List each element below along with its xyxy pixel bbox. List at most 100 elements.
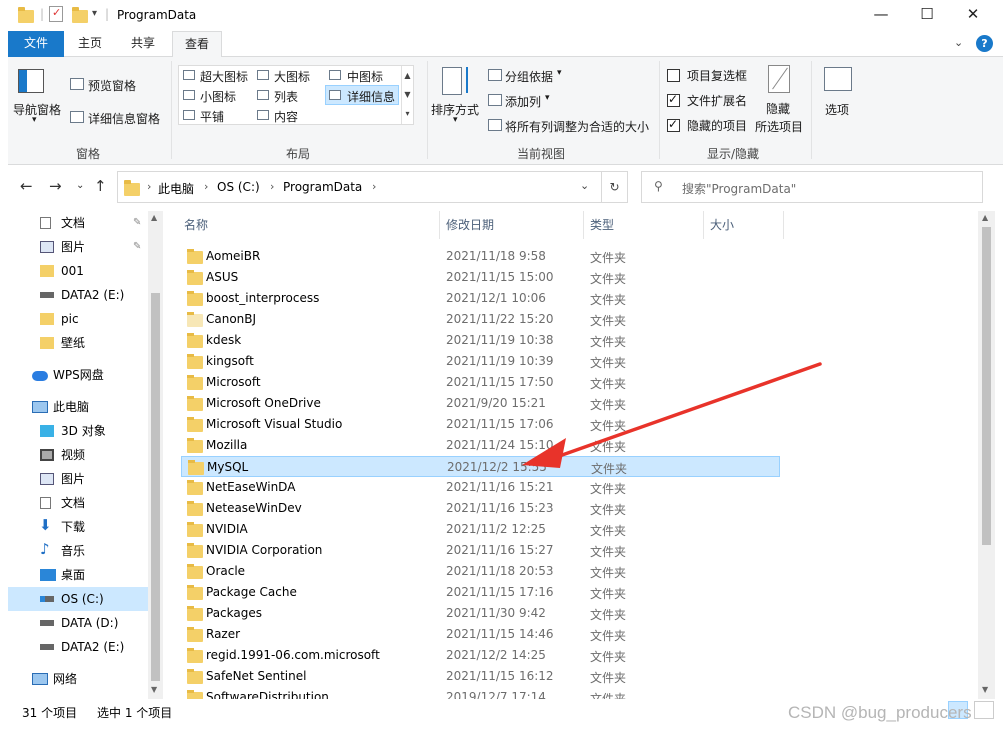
search-placeholder[interactable]: 搜索"ProgramData" xyxy=(682,180,796,197)
forward-arrow-icon[interactable]: → xyxy=(49,177,62,195)
table-row[interactable]: kdesk 2021/11/19 10:38 文件夹 xyxy=(181,330,780,351)
refresh-icon[interactable]: ↻ xyxy=(602,171,628,203)
nav-pane-button[interactable]: 导航窗格 xyxy=(13,101,61,118)
scroll-up-icon[interactable]: ▲ xyxy=(151,213,157,222)
pin-icon[interactable]: ✎ xyxy=(133,211,141,235)
chevron-down-icon[interactable]: ▾ xyxy=(453,115,458,125)
table-row[interactable]: Package Cache 2021/11/15 17:16 文件夹 xyxy=(181,582,780,603)
layout-small[interactable]: 小图标 xyxy=(200,88,236,105)
properties-icon[interactable]: ✓ xyxy=(49,6,63,22)
table-row[interactable]: SafeNet Sentinel 2021/11/15 16:12 文件夹 xyxy=(181,666,780,687)
collapse-ribbon-icon[interactable]: ⌄ xyxy=(954,36,963,49)
table-row[interactable]: CanonBJ 2021/11/22 15:20 文件夹 xyxy=(181,309,780,330)
nav-item-pic[interactable]: pic xyxy=(8,307,148,331)
fit-columns-button[interactable]: 将所有列调整为合适的大小 xyxy=(505,118,649,135)
table-row[interactable]: kingsoft 2021/11/19 10:39 文件夹 xyxy=(181,351,780,372)
table-row[interactable]: Mozilla 2021/11/24 15:10 文件夹 xyxy=(181,435,780,456)
nav-item-data2-e[interactable]: DATA2 (E:) xyxy=(8,283,148,307)
minimize-button[interactable]: — xyxy=(858,0,904,31)
close-button[interactable]: ✕ xyxy=(950,0,996,31)
nav-item-pictures-pinned[interactable]: 图片 ✎ xyxy=(8,235,148,259)
chevron-down-icon[interactable]: ▾ xyxy=(32,115,37,125)
table-row[interactable]: Packages 2021/11/30 9:42 文件夹 xyxy=(181,603,780,624)
nav-item-data-d[interactable]: DATA (D:) xyxy=(8,611,148,635)
table-row[interactable]: Microsoft OneDrive 2021/9/20 15:21 文件夹 xyxy=(181,393,780,414)
nav-item-videos[interactable]: 视频 xyxy=(8,443,148,467)
table-row[interactable]: Microsoft 2021/11/15 17:50 文件夹 xyxy=(181,372,780,393)
nav-pane-scrollbar[interactable]: ▲ ▼ xyxy=(148,211,163,699)
hide-selected-button-line2[interactable]: 所选项目 xyxy=(755,118,803,135)
table-row[interactable]: Oracle 2021/11/18 20:53 文件夹 xyxy=(181,561,780,582)
table-row[interactable]: Microsoft Visual Studio 2021/11/15 17:06 文… xyxy=(181,414,780,435)
scroll-down-icon[interactable]: ▼ xyxy=(151,685,157,694)
table-row[interactable]: NVIDIA 2021/11/2 12:25 文件夹 xyxy=(181,519,780,540)
hide-selected-icon[interactable] xyxy=(768,65,790,93)
nav-item-downloads[interactable]: ⬇ 下载 xyxy=(8,515,148,539)
options-button[interactable]: 选项 xyxy=(825,101,849,118)
nav-item-desktop[interactable]: 桌面 xyxy=(8,563,148,587)
tab-file[interactable]: 文件 xyxy=(8,31,64,57)
breadcrumb-this-pc[interactable]: 此电脑 xyxy=(158,180,194,197)
table-row[interactable]: NeteaseWinDev 2021/11/16 15:23 文件夹 xyxy=(181,498,780,519)
breadcrumb-os-drive[interactable]: OS (C:) xyxy=(217,180,260,194)
back-arrow-icon[interactable]: ← xyxy=(20,177,33,195)
chevron-down-icon[interactable]: ▾ xyxy=(557,68,562,78)
nav-item-wallpaper[interactable]: 壁纸 xyxy=(8,331,148,355)
table-row[interactable]: NVIDIA Corporation 2021/11/16 15:27 文件夹 xyxy=(181,540,780,561)
tab-share[interactable]: 共享 xyxy=(121,31,165,57)
file-list-scrollbar[interactable]: ▲ ▼ xyxy=(978,211,995,699)
group-by-button[interactable]: 分组依据 xyxy=(505,68,553,85)
chevron-right-icon[interactable]: › xyxy=(372,180,376,193)
layout-content[interactable]: 内容 xyxy=(274,108,298,125)
add-columns-button[interactable]: 添加列 xyxy=(505,93,541,110)
table-row[interactable]: NetEaseWinDA 2021/11/16 15:21 文件夹 xyxy=(181,477,780,498)
file-scroll-thumb[interactable] xyxy=(982,227,991,545)
nav-item-pictures[interactable]: 图片 xyxy=(8,467,148,491)
new-folder-icon[interactable] xyxy=(72,7,88,23)
table-row[interactable]: AomeiBR 2021/11/18 9:58 文件夹 xyxy=(181,246,780,267)
table-row[interactable]: SoftwareDistribution 2019/12/7 17:14 文件夹 xyxy=(181,687,780,699)
column-header-type[interactable]: 类型 xyxy=(584,211,704,239)
table-row[interactable]: MySQL 2021/12/2 15:55 文件夹 xyxy=(181,456,780,477)
help-icon[interactable]: ? xyxy=(976,35,993,52)
nav-item-network[interactable]: 网络 xyxy=(8,667,148,691)
scroll-up-icon[interactable]: ▲ xyxy=(982,213,988,222)
table-row[interactable]: Razer 2021/11/15 14:46 文件夹 xyxy=(181,624,780,645)
column-header-name[interactable]: 名称 xyxy=(178,211,440,239)
scroll-down-icon[interactable]: ▼ xyxy=(982,685,988,694)
recent-locations-icon[interactable]: ⌄ xyxy=(76,180,84,191)
chevron-down-icon[interactable]: ⌄ xyxy=(580,179,589,192)
options-icon[interactable] xyxy=(824,67,852,91)
item-checkboxes-checkbox[interactable] xyxy=(667,69,680,82)
nav-item-documents-pinned[interactable]: 文档 ✎ xyxy=(8,211,148,235)
nav-item-3d-objects[interactable]: 3D 对象 xyxy=(8,419,148,443)
layout-large[interactable]: 大图标 xyxy=(274,68,310,85)
hidden-items-checkbox[interactable] xyxy=(667,117,680,132)
tab-home[interactable]: 主页 xyxy=(68,31,112,57)
nav-item-data2-e-2[interactable]: DATA2 (E:) xyxy=(8,635,148,659)
layout-tiles[interactable]: 平铺 xyxy=(200,108,224,125)
table-row[interactable]: regid.1991-06.com.microsoft 2021/12/2 14:… xyxy=(181,645,780,666)
layout-scroll[interactable]: ▲ ▼ ▾ xyxy=(401,66,413,124)
layout-details[interactable]: 详细信息 xyxy=(347,88,395,105)
details-pane-button[interactable]: 详细信息窗格 xyxy=(88,110,160,127)
nav-item-os-c[interactable]: OS (C:) xyxy=(8,587,148,611)
layout-medium[interactable]: 中图标 xyxy=(347,68,383,85)
large-icons-view-icon[interactable] xyxy=(974,701,994,719)
nav-scroll-thumb[interactable] xyxy=(151,293,160,681)
sort-icon[interactable] xyxy=(440,65,472,97)
column-header-size[interactable]: 大小 xyxy=(704,211,784,239)
chevron-down-icon[interactable]: ▾ xyxy=(545,93,550,103)
maximize-button[interactable]: ☐ xyxy=(904,0,950,31)
layout-list[interactable]: 列表 xyxy=(274,88,298,105)
table-row[interactable]: boost_interprocess 2021/12/1 10:06 文件夹 xyxy=(181,288,780,309)
preview-pane-button[interactable]: 预览窗格 xyxy=(88,77,136,94)
chevron-right-icon[interactable]: › xyxy=(270,180,274,193)
table-row[interactable]: ASUS 2021/11/15 15:00 文件夹 xyxy=(181,267,780,288)
chevron-right-icon[interactable]: › xyxy=(147,180,151,193)
item-checkboxes-label[interactable]: 项目复选框 xyxy=(687,67,747,84)
nav-pane-icon[interactable] xyxy=(18,69,44,93)
nav-item-wps-cloud[interactable]: WPS网盘 xyxy=(8,363,148,387)
pin-icon[interactable]: ✎ xyxy=(133,235,141,259)
customize-toolbar-icon[interactable]: ▾ xyxy=(92,8,97,19)
